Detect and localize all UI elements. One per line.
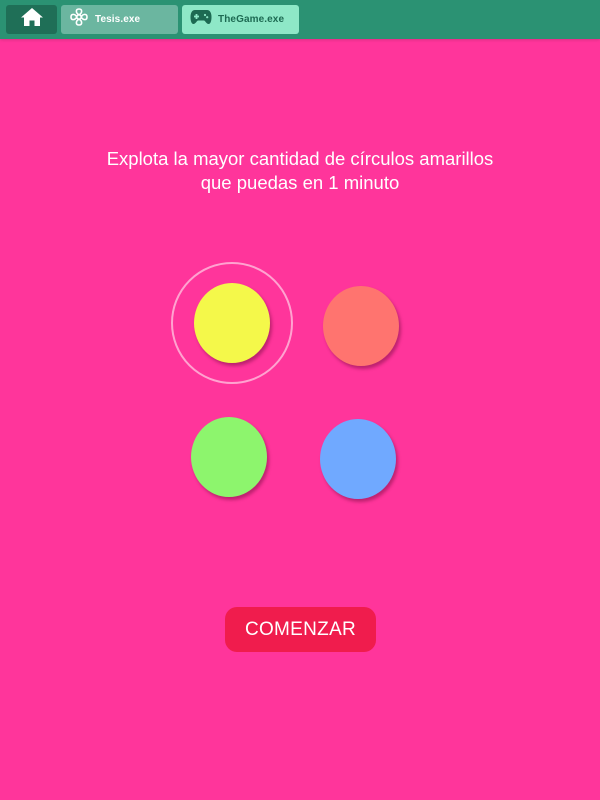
tesis-app-icon <box>69 7 89 32</box>
taskbar: Tesis.exe TheGame.exe <box>0 0 600 39</box>
blue-circle[interactable] <box>320 419 396 499</box>
yellow-circle[interactable] <box>194 283 270 363</box>
tab-tesis-label: Tesis.exe <box>95 14 141 25</box>
green-circle[interactable] <box>191 417 267 497</box>
home-button[interactable] <box>6 5 57 34</box>
tab-thegame[interactable]: TheGame.exe <box>182 5 299 34</box>
coral-circle[interactable] <box>323 286 399 366</box>
instructions-text: Explota la mayor cantidad de círculos am… <box>106 148 494 193</box>
tab-thegame-label: TheGame.exe <box>218 14 285 25</box>
home-icon <box>20 7 44 32</box>
start-button[interactable]: COMENZAR <box>225 607 376 652</box>
tab-tesis[interactable]: Tesis.exe <box>61 5 178 34</box>
gamepad-icon <box>190 9 212 30</box>
